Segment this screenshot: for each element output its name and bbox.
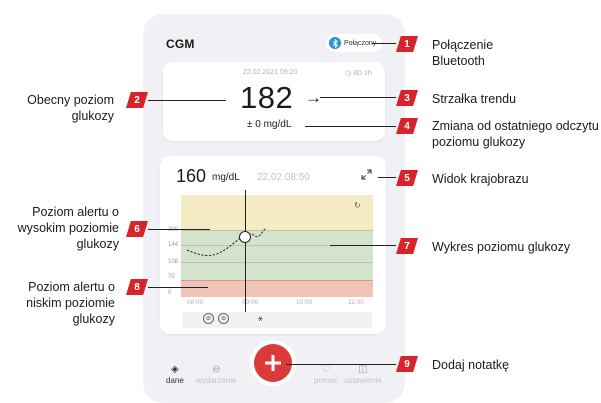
reading-timestamp: 22.02.2021 09:20	[243, 69, 298, 76]
tab-help[interactable]: ♡ pomoc	[314, 364, 338, 385]
tab-label: dane	[166, 376, 184, 385]
pill-icon[interactable]: ⊘	[203, 313, 214, 324]
sensor-info-text: 8D 1h	[353, 70, 372, 77]
time-cursor-line[interactable]	[245, 190, 247, 314]
expand-landscape-icon[interactable]	[361, 169, 372, 183]
plus-icon	[265, 355, 281, 371]
callout-label: Wykres poziomu glukozy	[432, 240, 571, 254]
x-tick: 10:00	[296, 299, 313, 306]
callout-label: Strzałka trendu	[432, 92, 517, 106]
tab-data[interactable]: ◈ dane	[166, 364, 184, 385]
bluetooth-icon	[329, 37, 341, 49]
y-tick: 144	[168, 242, 179, 248]
callout-leader	[148, 287, 208, 288]
callout-label: Poziom alertu o niskim poziomie glukozy	[26, 280, 115, 326]
sensor-info: ◷ 8D 1h	[345, 69, 372, 77]
graph-selected-time: 22.02 08:50	[257, 172, 310, 183]
tab-label: ustawienie	[344, 376, 382, 385]
tab-label: pomoc	[314, 376, 339, 385]
clock-icon: ◷	[345, 70, 352, 77]
callout-leader	[305, 126, 396, 127]
callout-leader	[148, 100, 226, 101]
tab-events[interactable]: ⊖ wydarzenie	[196, 364, 236, 385]
callout-leader	[320, 97, 396, 98]
trend-arrow: →	[305, 88, 322, 107]
add-note-button[interactable]	[254, 344, 292, 382]
graph-selected-unit: mg/dL	[212, 172, 240, 183]
callout-label: Dodaj notatkę	[432, 358, 510, 372]
current-glucose-value: 182	[240, 80, 294, 115]
glucose-change: ± 0 mg/dL	[247, 119, 292, 130]
callout-leader	[330, 245, 396, 246]
callout-label: Widok krajobrazu	[432, 172, 529, 186]
graph-selected-value: 160	[176, 166, 207, 186]
glucose-trace	[186, 228, 266, 256]
y-tick: 200	[168, 227, 179, 233]
callout-leader	[148, 229, 210, 230]
callout-leader	[378, 177, 396, 178]
y-tick: 70	[168, 274, 175, 280]
callout-label: Zmiana od ostatniego odczytu poziomu glu…	[432, 119, 599, 149]
x-tick: 11:00	[348, 299, 364, 306]
time-cursor-handle[interactable]	[239, 231, 251, 243]
callout-label: Połączenie Bluetooth	[432, 38, 494, 68]
app-title: CGM	[166, 37, 195, 51]
heart-icon: ♡	[321, 364, 331, 375]
events-icon: ⊖	[212, 364, 221, 375]
glucose-chart[interactable]	[181, 195, 373, 297]
y-tick: 0	[168, 290, 172, 296]
y-tick: 108	[168, 259, 179, 265]
callout-label: Obecny poziom glukozy	[27, 93, 114, 123]
food-icon[interactable]: ⊜	[218, 313, 229, 324]
callout-label: Poziom alertu o wysokim poziomie glukozy	[17, 205, 119, 251]
reset-zoom-icon[interactable]: ↻	[354, 201, 361, 210]
settings-icon: ◫	[358, 364, 368, 375]
callout-leader	[286, 364, 396, 365]
drop-icon: ◈	[171, 364, 179, 375]
callout-leader	[372, 43, 396, 44]
exercise-icon[interactable]: ⚹	[255, 313, 266, 324]
x-tick: 08:00	[187, 299, 204, 306]
tab-label: wydarzenie	[196, 376, 237, 385]
tab-settings[interactable]: ◫ ustawienie	[344, 364, 382, 385]
